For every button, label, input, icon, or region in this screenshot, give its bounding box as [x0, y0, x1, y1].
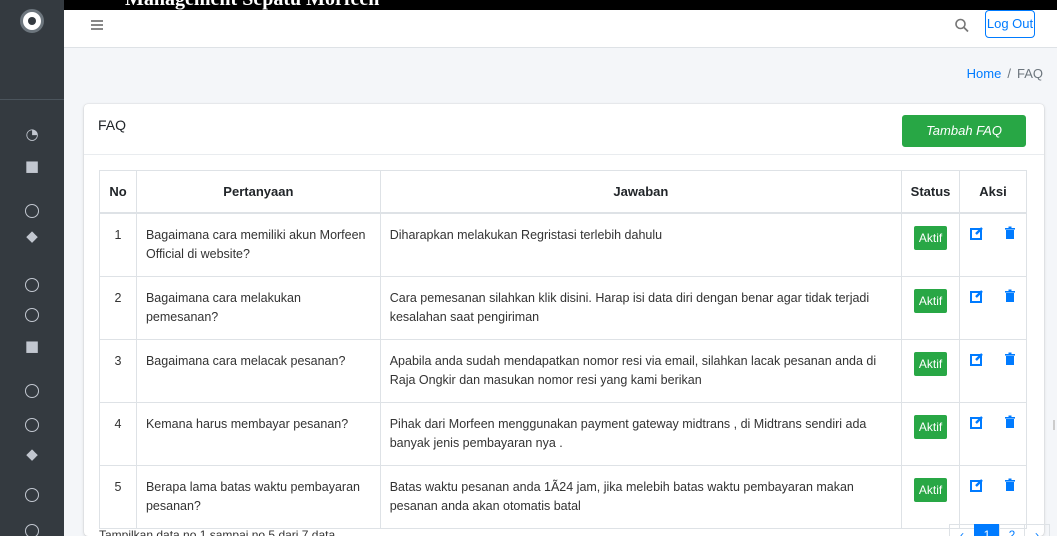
row-answer: Apabila anda sudah mendapatkan nomor res…	[379, 338, 903, 403]
status-badge: Aktif	[913, 414, 948, 439]
column-header-no: No	[99, 170, 137, 214]
sidebar-dashboard-icon[interactable]: ◔	[22, 124, 42, 144]
sidebar: ◔ ■ ◆ ■ ◆	[0, 0, 64, 536]
add-faq-button[interactable]: Tambah FAQ	[902, 115, 1026, 147]
sidebar-tag-icon[interactable]: ◆	[22, 444, 42, 464]
sidebar-tag-icon[interactable]: ◆	[22, 226, 42, 246]
row-question: Bagaimana cara memiliki akun Morfeen Off…	[135, 212, 381, 277]
row-question: Berapa lama batas waktu pembayaran pesan…	[135, 464, 381, 529]
brand-logo-icon	[20, 9, 44, 33]
top-navbar: Log Out	[64, 10, 1057, 48]
row-actions	[959, 401, 1027, 466]
page-link[interactable]: ‹	[949, 524, 975, 536]
trash-icon[interactable]	[1003, 478, 1017, 498]
sidebar-circle-icon[interactable]	[25, 418, 39, 432]
menu-toggle-icon[interactable]	[91, 20, 103, 30]
column-header-status: Status	[901, 170, 961, 214]
trash-icon[interactable]	[1003, 352, 1017, 372]
row-answer: Batas waktu pesanan anda 1Ã24 jam, jika …	[379, 464, 903, 529]
table-info-text: Tampilkan data no 1 sampai no 5 dari 7 d…	[99, 528, 336, 536]
row-question: Kemana harus membayar pesanan?	[135, 401, 381, 466]
row-status-cell: Aktif	[901, 275, 961, 340]
page-link[interactable]: 1	[974, 524, 1000, 536]
row-actions	[959, 464, 1027, 529]
table-row: 1 Bagaimana cara memiliki akun Morfeen Of…	[99, 212, 1027, 277]
edit-icon[interactable]	[969, 226, 984, 246]
breadcrumb-current: FAQ	[1016, 66, 1043, 81]
row-status-cell: Aktif	[901, 212, 961, 277]
title-banner-text: Management Sepatu Morfeen	[125, 0, 379, 10]
row-number: 4	[99, 401, 137, 466]
row-answer: Pihak dari Morfeen menggunakan payment g…	[379, 401, 903, 466]
table-row: 2 Bagaimana cara melakukan pemesanan? Cara…	[99, 275, 1027, 340]
sidebar-circle-icon[interactable]	[25, 524, 39, 536]
sidebar-circle-icon[interactable]	[25, 308, 39, 322]
row-number: 3	[99, 338, 137, 403]
sidebar-book-icon[interactable]: ■	[22, 336, 42, 356]
sidebar-circle-icon[interactable]	[25, 204, 39, 218]
faq-table: No Pertanyaan Jawaban Status Aksi 1 Bagai…	[99, 170, 1027, 529]
edit-icon[interactable]	[969, 415, 984, 435]
pagination: ‹ 1 2 ›	[949, 524, 1050, 536]
sidebar-circle-icon[interactable]	[25, 384, 39, 398]
status-badge: Aktif	[913, 225, 948, 250]
breadcrumb-separator: /	[1007, 66, 1011, 81]
page-link[interactable]: ›	[1024, 524, 1050, 536]
status-badge: Aktif	[913, 477, 948, 502]
edit-icon[interactable]	[969, 352, 984, 372]
card-header: FAQ Tambah FAQ	[84, 104, 1044, 155]
breadcrumb: Home / FAQ	[967, 66, 1043, 81]
sidebar-circle-icon[interactable]	[25, 278, 39, 292]
sidebar-brand[interactable]	[0, 0, 64, 100]
trash-icon[interactable]	[1003, 226, 1017, 246]
row-answer: Diharapkan melakukan Regristasi terlebih…	[379, 212, 903, 277]
column-header-actions: Aksi	[959, 170, 1027, 214]
row-status-cell: Aktif	[901, 401, 961, 466]
scroll-edge	[1053, 420, 1055, 430]
page-link[interactable]: 2	[999, 524, 1025, 536]
search-icon[interactable]	[954, 15, 970, 35]
row-actions	[959, 338, 1027, 403]
sidebar-circle-icon[interactable]	[25, 488, 39, 502]
row-number: 2	[99, 275, 137, 340]
table-header-row: No Pertanyaan Jawaban Status Aksi	[99, 170, 1027, 214]
logout-button[interactable]: Log Out	[985, 10, 1035, 38]
row-number: 1	[99, 212, 137, 277]
edit-icon[interactable]	[969, 289, 984, 309]
table-row: 4 Kemana harus membayar pesanan? Pihak dar…	[99, 401, 1027, 466]
column-header-answer: Jawaban	[379, 170, 903, 214]
table-row: 5 Berapa lama batas waktu pembayaran pesa…	[99, 464, 1027, 529]
card-title: FAQ	[98, 117, 127, 133]
row-status-cell: Aktif	[901, 338, 961, 403]
trash-icon[interactable]	[1003, 415, 1017, 435]
row-actions	[959, 275, 1027, 340]
trash-icon[interactable]	[1003, 289, 1017, 309]
table-row: 3 Bagaimana cara melacak pesanan? Apabila …	[99, 338, 1027, 403]
row-number: 5	[99, 464, 137, 529]
row-answer: Cara pemesanan silahkan klik disini. Har…	[379, 275, 903, 340]
faq-card: FAQ Tambah FAQ No Pertanyaan Jawaban Sta…	[84, 104, 1050, 536]
sidebar-book-icon[interactable]: ■	[22, 156, 42, 176]
row-status-cell: Aktif	[901, 464, 961, 529]
title-banner: Management Sepatu Morfeen	[0, 0, 1057, 10]
row-question: Bagaimana cara melacak pesanan?	[135, 338, 381, 403]
row-actions	[959, 212, 1027, 277]
status-badge: Aktif	[913, 288, 948, 313]
column-header-question: Pertanyaan	[135, 170, 381, 214]
row-question: Bagaimana cara melakukan pemesanan?	[135, 275, 381, 340]
status-badge: Aktif	[913, 351, 948, 376]
breadcrumb-home-link[interactable]: Home	[967, 66, 1002, 81]
edit-icon[interactable]	[969, 478, 984, 498]
